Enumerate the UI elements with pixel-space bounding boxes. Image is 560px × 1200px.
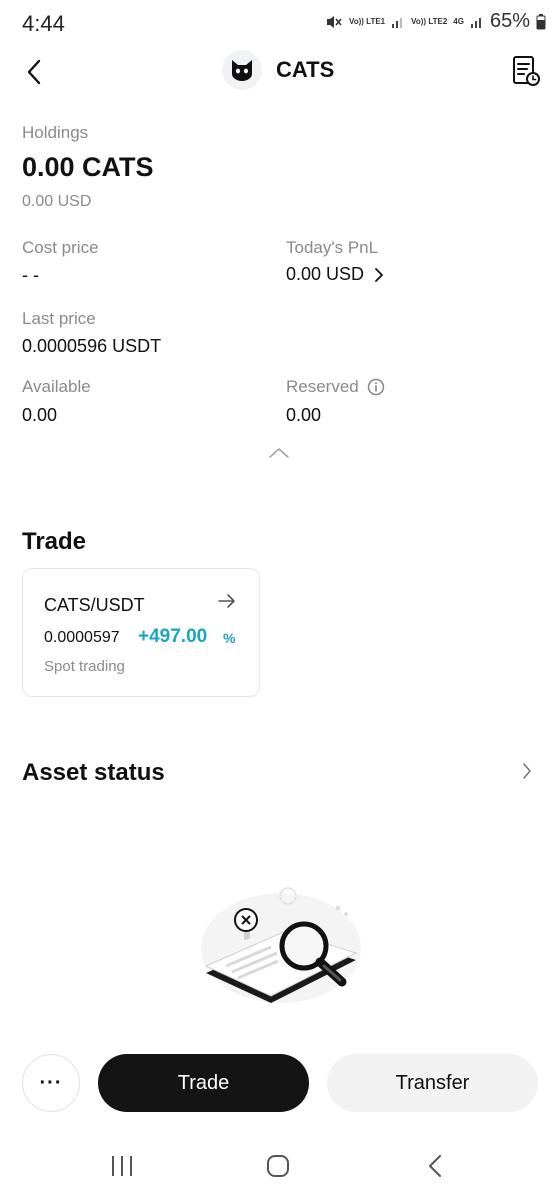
pair-change-unit: % — [223, 630, 236, 646]
last-price-value: 0.0000596 USDT — [22, 336, 162, 356]
cost-price-label: Cost price — [22, 238, 99, 257]
pair-change: +497.00 — [138, 626, 208, 647]
reserved-label: Reserved — [286, 377, 359, 396]
battery-icon — [536, 13, 546, 29]
chevron-right-icon — [375, 267, 383, 282]
cat-icon — [232, 60, 252, 81]
home-icon[interactable] — [266, 1155, 290, 1177]
pair-name: CATS/USDT — [44, 595, 145, 615]
order-history-icon — [513, 56, 540, 86]
status-icons: Vo)) LTE1 Vo)) LTE2 4G 65% — [325, 10, 546, 33]
empty-state-illustration — [201, 887, 361, 1003]
holdings-label: Holdings — [22, 123, 89, 142]
more-options-button[interactable]: ··· — [22, 1054, 80, 1112]
available-label: Available — [22, 377, 91, 396]
cats-logo — [222, 50, 262, 90]
order-history-button[interactable] — [512, 54, 542, 88]
page-title: CATS — [276, 57, 335, 82]
battery-percent: 65% — [489, 10, 530, 32]
trade-button-label: Trade — [177, 1071, 230, 1094]
last-price-label: Last price — [22, 309, 96, 328]
transfer-button[interactable]: Transfer — [327, 1054, 538, 1112]
pnl-value: 0.00 USD — [286, 264, 365, 284]
system-nav-bar — [0, 1135, 560, 1200]
header: CATS — [0, 48, 560, 96]
pair-type: Spot trading — [44, 658, 125, 675]
chevron-left-icon — [27, 59, 41, 85]
pnl-label: Today's PnL — [286, 238, 379, 257]
collapse-button[interactable] — [268, 446, 292, 462]
cost-price-value: - - — [22, 265, 39, 285]
available-value: 0.00 — [22, 405, 58, 425]
chevron-up-icon — [269, 448, 289, 458]
trade-button[interactable]: Trade — [98, 1054, 309, 1112]
more-dots-icon: ··· — [39, 1071, 63, 1094]
trade-section-title: Trade — [22, 528, 87, 555]
holdings-usd: 0.00 USD — [22, 193, 92, 210]
network-type: 4G — [453, 16, 464, 26]
asset-status-link[interactable] — [522, 762, 532, 785]
pair-price: 0.0000597 — [44, 629, 120, 646]
holdings-amount: 0.00 CATS — [22, 152, 154, 182]
signal-icon — [470, 17, 481, 28]
arrow-right-icon — [218, 594, 235, 608]
recent-apps-icon[interactable] — [110, 1155, 134, 1177]
sim1-indicator: Vo)) LTE1 — [348, 16, 386, 26]
transfer-button-label: Transfer — [395, 1071, 470, 1094]
back-nav-icon[interactable] — [428, 1155, 442, 1177]
status-bar: 4:44 Vo)) LTE1 Vo)) LTE2 4G 65% — [0, 0, 560, 48]
status-time: 4:44 — [22, 11, 65, 36]
bottom-action-bar: ··· Trade Transfer — [0, 1052, 560, 1114]
trade-pair-card[interactable]: CATS/USDT 0.0000597 +497.00 % Spot tradi… — [22, 568, 260, 697]
reserved-label-group: Reserved — [286, 377, 385, 397]
reserved-value: 0.00 — [286, 405, 322, 425]
back-button[interactable] — [20, 56, 48, 88]
title-group: CATS — [222, 50, 334, 90]
chevron-right-icon — [523, 763, 531, 779]
info-icon[interactable] — [367, 378, 385, 396]
sim2-indicator: Vo)) LTE2 — [411, 16, 448, 26]
signal-icon — [392, 17, 403, 28]
mute-icon — [326, 15, 342, 28]
asset-status-title: Asset status — [22, 759, 165, 786]
pnl-link[interactable]: 0.00 USD — [286, 264, 384, 285]
